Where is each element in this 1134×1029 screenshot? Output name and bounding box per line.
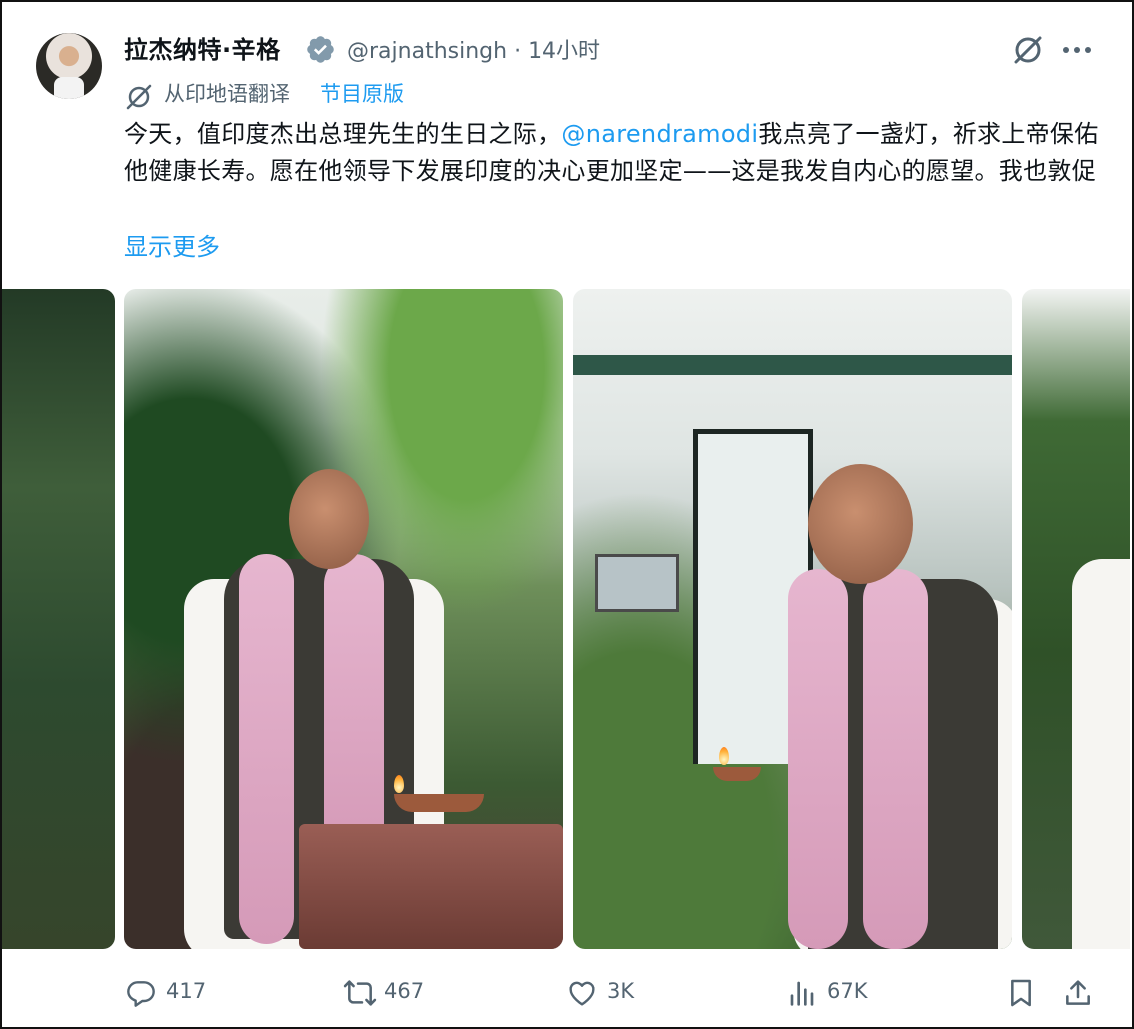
share-button[interactable] bbox=[1062, 977, 1096, 1009]
grok-icon[interactable] bbox=[1010, 32, 1046, 68]
bookmark-icon bbox=[1011, 979, 1031, 1007]
verified-badge-icon bbox=[307, 36, 334, 63]
repost-count: 467 bbox=[384, 979, 425, 1003]
view-count: 67K bbox=[827, 979, 868, 1003]
photo-partial-right[interactable] bbox=[1022, 289, 1130, 949]
post-actions: 417 467 3K 67K bbox=[0, 965, 1134, 1021]
diya-flame bbox=[719, 747, 729, 765]
author-avatar[interactable] bbox=[36, 33, 102, 99]
post-timestamp[interactable]: 14小时 bbox=[528, 39, 600, 64]
diya-lamp bbox=[713, 767, 761, 781]
mention-link[interactable]: @narendramodi bbox=[561, 120, 758, 148]
repost-icon bbox=[343, 980, 377, 1006]
reply-count: 417 bbox=[166, 979, 207, 1003]
diya-lamp bbox=[394, 794, 484, 812]
avatar-portrait bbox=[54, 77, 84, 99]
photo-holding-diya-veranda[interactable] bbox=[573, 289, 1012, 949]
post-text-part1: 今天，值印度杰出总理先生的生日之际， bbox=[124, 120, 562, 148]
share-icon bbox=[1066, 980, 1090, 1005]
reply-icon bbox=[127, 981, 155, 1007]
wall-picture bbox=[595, 554, 679, 612]
heart-icon bbox=[569, 981, 595, 1006]
like-button[interactable]: 3K bbox=[565, 977, 675, 1009]
photo-lighting-diya-garden[interactable] bbox=[124, 289, 563, 949]
post-text: 今天，值印度杰出总理先生的生日之际，@narendramodi我点亮了一盏灯，祈… bbox=[124, 116, 1104, 190]
photo-person bbox=[773, 459, 1012, 949]
more-options-icon[interactable] bbox=[1060, 38, 1094, 62]
photo-partial-left[interactable] bbox=[2, 289, 115, 949]
show-original-link[interactable]: 节目原版 bbox=[320, 78, 404, 108]
author-meta: @rajnathsingh · 14小时 bbox=[347, 33, 600, 65]
repost-button[interactable]: 467 bbox=[342, 977, 452, 1009]
author-name[interactable]: 拉杰纳特·辛格 bbox=[124, 30, 281, 65]
bookmark-button[interactable] bbox=[1005, 977, 1039, 1009]
translate-grok-icon bbox=[126, 84, 152, 110]
media-gallery[interactable] bbox=[2, 289, 1130, 949]
meta-separator: · bbox=[514, 39, 522, 64]
analytics-icon bbox=[790, 981, 814, 1006]
reply-button[interactable]: 417 bbox=[124, 977, 234, 1009]
show-more-link[interactable]: 显示更多 bbox=[124, 227, 220, 262]
altar bbox=[299, 824, 563, 949]
author-handle[interactable]: @rajnathsingh bbox=[347, 39, 507, 64]
like-count: 3K bbox=[607, 979, 635, 1003]
diya-flame bbox=[394, 775, 404, 793]
views-button[interactable]: 67K bbox=[785, 977, 895, 1009]
translation-label: 从印地语翻译 bbox=[164, 82, 290, 106]
